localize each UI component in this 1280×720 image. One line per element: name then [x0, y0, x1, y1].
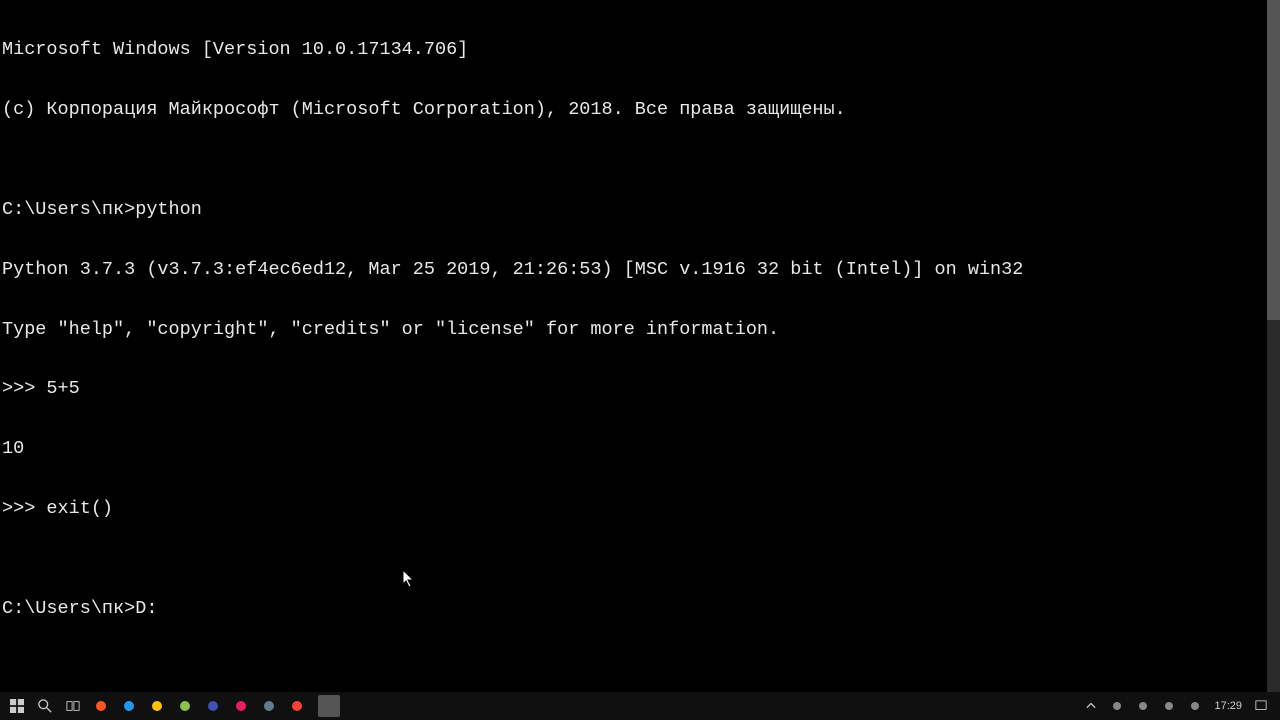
taskbar-app-active[interactable]: [318, 695, 340, 717]
tray-icon[interactable]: [1188, 699, 1202, 713]
start-button[interactable]: [10, 699, 24, 713]
terminal-line: >>> exit(): [2, 499, 1265, 519]
terminal-line: (c) Корпорация Майкрософт (Microsoft Cor…: [2, 100, 1265, 120]
tray-icon[interactable]: [1162, 699, 1176, 713]
tray-chevron-up-icon[interactable]: [1084, 699, 1098, 713]
taskbar-app-icon[interactable]: [94, 699, 108, 713]
taskbar-app-icon[interactable]: [178, 699, 192, 713]
terminal-scrollbar[interactable]: [1267, 0, 1280, 692]
scrollbar-thumb[interactable]: [1267, 0, 1280, 320]
terminal-line: >>> 5+5: [2, 379, 1265, 399]
terminal-line: 10: [2, 439, 1265, 459]
search-icon[interactable]: [38, 699, 52, 713]
tray-icon[interactable]: [1110, 699, 1124, 713]
notification-center-icon[interactable]: [1254, 699, 1268, 713]
terminal-line: Microsoft Windows [Version 10.0.17134.70…: [2, 40, 1265, 60]
terminal-line: Python 3.7.3 (v3.7.3:ef4ec6ed12, Mar 25 …: [2, 260, 1265, 280]
taskbar-app-icon[interactable]: [262, 699, 276, 713]
clock-time: 17:29: [1214, 700, 1242, 712]
taskbar-app-icon[interactable]: [290, 699, 304, 713]
taskbar-app-icon[interactable]: [150, 699, 164, 713]
taskbar-app-icon[interactable]: [122, 699, 136, 713]
tray-icon[interactable]: [1136, 699, 1150, 713]
terminal-line: Type "help", "copyright", "credits" or "…: [2, 320, 1265, 340]
taskbar-clock[interactable]: 17:29: [1214, 700, 1242, 712]
terminal-line: C:\Users\пк>D:: [2, 599, 1265, 619]
windows-taskbar[interactable]: 17:29: [0, 692, 1280, 720]
task-view-icon[interactable]: [66, 699, 80, 713]
taskbar-app-icon[interactable]: [234, 699, 248, 713]
terminal-output[interactable]: Microsoft Windows [Version 10.0.17134.70…: [0, 0, 1267, 692]
taskbar-app-icon[interactable]: [206, 699, 220, 713]
terminal-line: C:\Users\пк>python: [2, 200, 1265, 220]
